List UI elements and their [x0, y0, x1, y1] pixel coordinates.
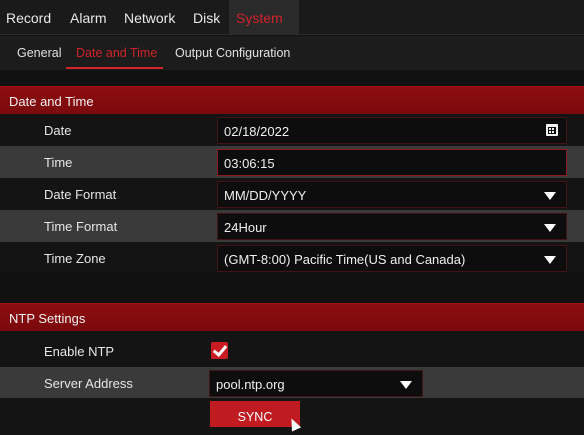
date-label: Date	[44, 123, 72, 138]
server-address-select[interactable]: pool.ntp.org	[209, 370, 423, 397]
time-label: Time	[44, 155, 73, 170]
sub-menu-bar: General Date and Time Output Configurati…	[0, 36, 587, 70]
date-value: 02/18/2022	[224, 124, 290, 139]
section-header-ntp-settings: NTP Settings	[0, 303, 587, 331]
time-format-select[interactable]: 24Hour	[217, 213, 567, 240]
row-time-format: Time Format 24Hour	[0, 210, 587, 242]
tab-disk[interactable]: Disk	[193, 10, 220, 26]
calendar-icon[interactable]	[546, 124, 558, 136]
row-server-address: Server Address pool.ntp.org	[0, 367, 587, 399]
time-value: 03:06:15	[224, 156, 275, 171]
tab-network[interactable]: Network	[124, 10, 175, 26]
dropdown-arrow-icon[interactable]	[544, 192, 556, 200]
row-date: Date 02/18/2022	[0, 114, 587, 146]
tab-system[interactable]: System	[236, 10, 283, 26]
server-address-label: Server Address	[44, 376, 133, 391]
row-time-zone: Time Zone (GMT-8:00) Pacific Time(US and…	[0, 242, 587, 274]
time-format-label: Time Format	[44, 219, 118, 234]
date-format-label: Date Format	[44, 187, 117, 202]
row-date-format: Date Format MM/DD/YYYY	[0, 178, 587, 210]
server-address-value: pool.ntp.org	[216, 377, 285, 392]
time-field[interactable]: 03:06:15	[217, 149, 567, 176]
spacer	[0, 70, 587, 86]
dropdown-arrow-icon[interactable]	[544, 224, 556, 232]
row-enable-ntp: Enable NTP	[0, 335, 587, 367]
date-field[interactable]: 02/18/2022	[217, 117, 567, 144]
enable-ntp-label: Enable NTP	[44, 344, 115, 359]
spacer	[0, 273, 587, 303]
sync-button[interactable]: SYNC	[210, 401, 300, 427]
dropdown-arrow-icon[interactable]	[400, 381, 412, 389]
time-zone-value: (GMT-8:00) Pacific Time(US and Canada)	[224, 252, 466, 267]
time-zone-select[interactable]: (GMT-8:00) Pacific Time(US and Canada)	[217, 245, 567, 272]
active-subtab-underline	[66, 67, 163, 69]
date-format-value: MM/DD/YYYY	[224, 188, 307, 203]
date-format-select[interactable]: MM/DD/YYYY	[217, 181, 567, 208]
top-menu-bar: Record Alarm Network Disk System	[0, 0, 587, 35]
dropdown-arrow-icon[interactable]	[544, 256, 556, 264]
subtab-general[interactable]: General	[17, 46, 61, 60]
settings-window: Record Alarm Network Disk System General…	[0, 0, 587, 435]
subtab-date-and-time[interactable]: Date and Time	[76, 46, 157, 60]
tab-record[interactable]: Record	[6, 10, 51, 26]
enable-ntp-checkbox[interactable]	[211, 342, 228, 359]
subtab-output-configuration[interactable]: Output Configuration	[175, 46, 290, 60]
tab-alarm[interactable]: Alarm	[70, 10, 107, 26]
time-format-value: 24Hour	[224, 220, 267, 235]
time-zone-label: Time Zone	[44, 251, 106, 266]
section-header-date-and-time: Date and Time	[0, 86, 587, 114]
row-time: Time 03:06:15	[0, 146, 587, 178]
